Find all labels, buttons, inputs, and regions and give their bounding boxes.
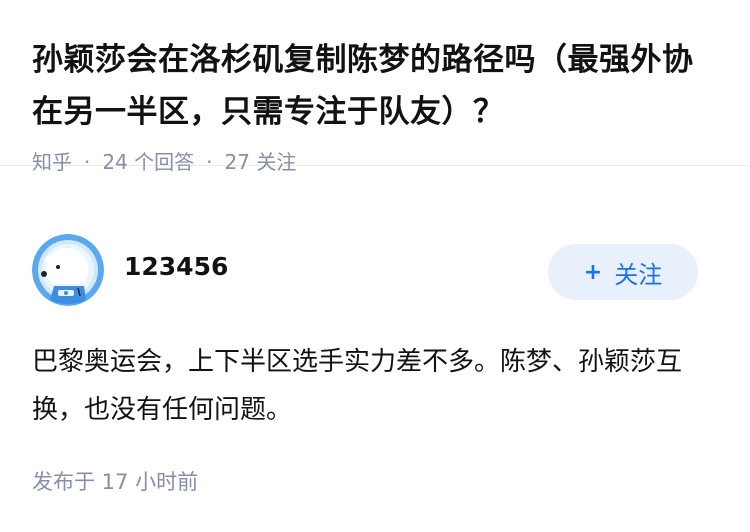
author-name[interactable]: 123456 bbox=[124, 252, 228, 281]
meta-separator: · bbox=[84, 150, 91, 174]
question-header: 孙颖莎会在洛杉矶复制陈梦的路径吗（最强外协在另一半区，只需专注于队友）？ 知乎 … bbox=[0, 0, 750, 174]
question-title[interactable]: 孙颖莎会在洛杉矶复制陈梦的路径吗（最强外协在另一半区，只需专注于队友）？ bbox=[32, 34, 718, 138]
plus-icon: + bbox=[583, 259, 603, 285]
polar-bear-astronaut-icon bbox=[32, 234, 104, 306]
question-meta: 知乎 · 24 个回答 · 27 关注 bbox=[32, 148, 718, 176]
follow-label: 关注 bbox=[614, 260, 663, 289]
meta-separator: · bbox=[206, 150, 213, 174]
avatar[interactable] bbox=[32, 234, 104, 306]
follow-button[interactable]: + 关注 bbox=[548, 244, 698, 300]
follower-count[interactable]: 27 关注 bbox=[225, 148, 297, 176]
author-row: 123456 + 关注 bbox=[32, 234, 698, 306]
answer-content[interactable]: 巴黎奥运会，上下半区选手实力差不多。陈梦、孙颖莎互换，也没有任何问题。 bbox=[32, 338, 710, 434]
source-label: 知乎 bbox=[32, 150, 72, 174]
answer-count[interactable]: 24 个回答 bbox=[102, 148, 194, 176]
publish-time: 发布于 17 小时前 bbox=[32, 470, 199, 494]
